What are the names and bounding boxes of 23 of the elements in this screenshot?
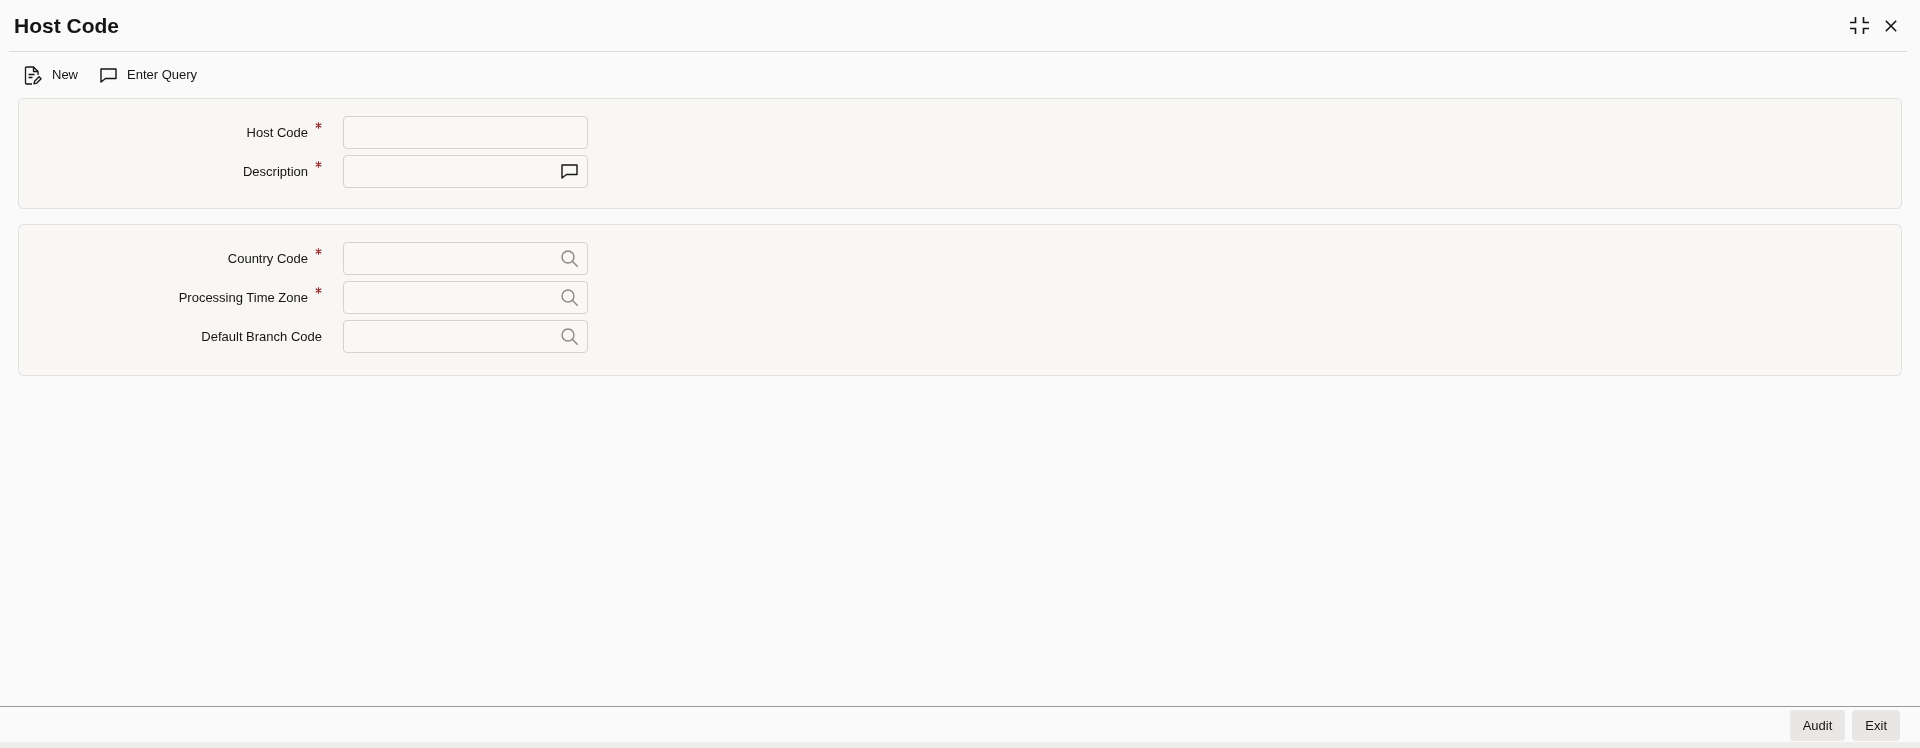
field-label: Host Code [246,124,308,141]
speech-bubble-icon [100,67,117,83]
search-icon[interactable] [561,289,578,306]
search-icon[interactable] [561,250,578,267]
window-title: Host Code [14,12,119,39]
exit-button[interactable]: Exit [1852,710,1900,741]
new-button[interactable]: New [24,65,78,85]
lookup-field[interactable] [343,242,588,275]
comment-icon[interactable] [561,164,578,179]
enter-query-button[interactable]: Enter Query [100,67,198,83]
lookup-field[interactable] [343,281,588,314]
search-icon[interactable] [561,328,578,345]
field-label: Processing Time Zone [178,289,308,306]
field-label: Description [242,163,308,180]
field-label: Country Code [227,250,308,267]
document-edit-icon [24,65,42,85]
close-icon[interactable] [1885,19,1897,32]
input-field[interactable] [343,116,588,149]
description-field[interactable] [343,155,588,188]
collapse-icon[interactable] [1850,17,1869,34]
lookup-field[interactable] [343,320,588,353]
field-label: Default Branch Code [201,328,322,345]
audit-button[interactable]: Audit [1789,710,1846,741]
